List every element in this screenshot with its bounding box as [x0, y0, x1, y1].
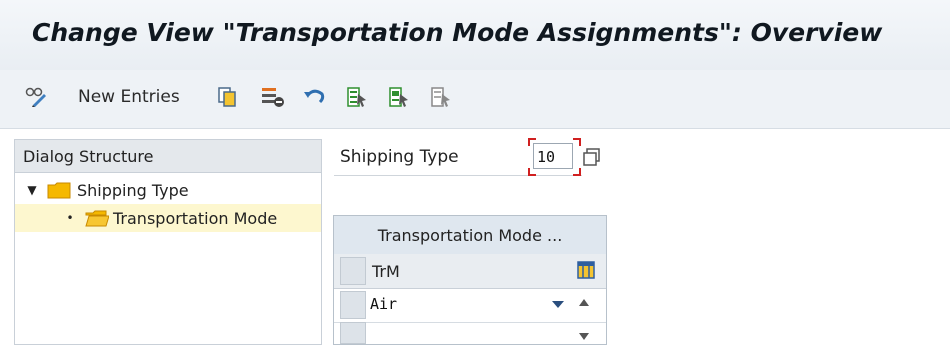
glasses-icon [24, 86, 48, 108]
focus-corner [573, 138, 581, 146]
table-row: Air [334, 288, 606, 323]
table-settings-icon[interactable] [577, 261, 595, 279]
row-selector[interactable] [340, 322, 366, 344]
open-folder-icon [85, 210, 110, 227]
select-all-button[interactable] [346, 82, 368, 112]
value-help-button[interactable] [582, 147, 602, 167]
select-all-icon [346, 86, 368, 108]
folder-icon [47, 182, 71, 199]
copy-button[interactable] [216, 82, 238, 112]
delete-button[interactable] [260, 82, 286, 112]
title-bar: Change View "Transportation Mode Assignm… [0, 0, 950, 71]
trm-cell[interactable]: Air [370, 295, 397, 313]
deselect-all-button[interactable] [430, 82, 452, 112]
value-help-icon [583, 148, 600, 166]
select-all-rows-button[interactable] [340, 257, 366, 285]
display-change-button[interactable] [24, 82, 48, 112]
tree-item-transportation-mode[interactable]: • Transportation Mode [15, 204, 321, 232]
bullet-icon: • [66, 211, 74, 225]
tree-item-label: Transportation Mode [113, 208, 278, 228]
focus-corner [528, 168, 536, 176]
page-title: Change View "Transportation Mode Assignm… [32, 18, 883, 47]
table-title: Transportation Mode ... [334, 216, 606, 255]
transportation-mode-table: Transportation Mode ... TrM Air [333, 215, 607, 345]
scroll-up-icon[interactable] [579, 299, 589, 306]
dialog-structure-panel: Dialog Structure ▼ Shipping Type • Trans… [14, 139, 322, 345]
row-selector[interactable] [340, 291, 366, 319]
scroll-down-icon[interactable] [579, 333, 589, 340]
focus-corner [528, 138, 536, 146]
copy-icon [216, 86, 238, 108]
field-divider [334, 175, 582, 176]
dialog-structure-header: Dialog Structure [15, 140, 321, 173]
select-block-button[interactable] [388, 82, 410, 112]
focus-corner [573, 168, 581, 176]
delete-icon [260, 86, 286, 108]
tree-item-shipping-type[interactable]: ▼ Shipping Type [25, 176, 319, 204]
dropdown-arrow-icon[interactable] [552, 301, 564, 308]
expand-arrow-icon[interactable]: ▼ [25, 183, 39, 197]
column-header-trm[interactable]: TrM [372, 262, 400, 281]
undo-icon [302, 86, 326, 108]
content-area: Dialog Structure ▼ Shipping Type • Trans… [0, 129, 950, 345]
deselect-all-icon [430, 86, 452, 108]
shipping-type-input[interactable]: 10 [533, 143, 573, 169]
undo-button[interactable] [302, 82, 326, 112]
new-entries-button[interactable]: New Entries [78, 82, 180, 112]
table-header-row: TrM [334, 254, 606, 289]
tree-item-label: Shipping Type [77, 180, 189, 200]
new-entries-label: New Entries [78, 87, 180, 107]
select-block-icon [388, 86, 410, 108]
toolbar: New Entries [0, 70, 950, 129]
shipping-type-label: Shipping Type [340, 147, 459, 167]
